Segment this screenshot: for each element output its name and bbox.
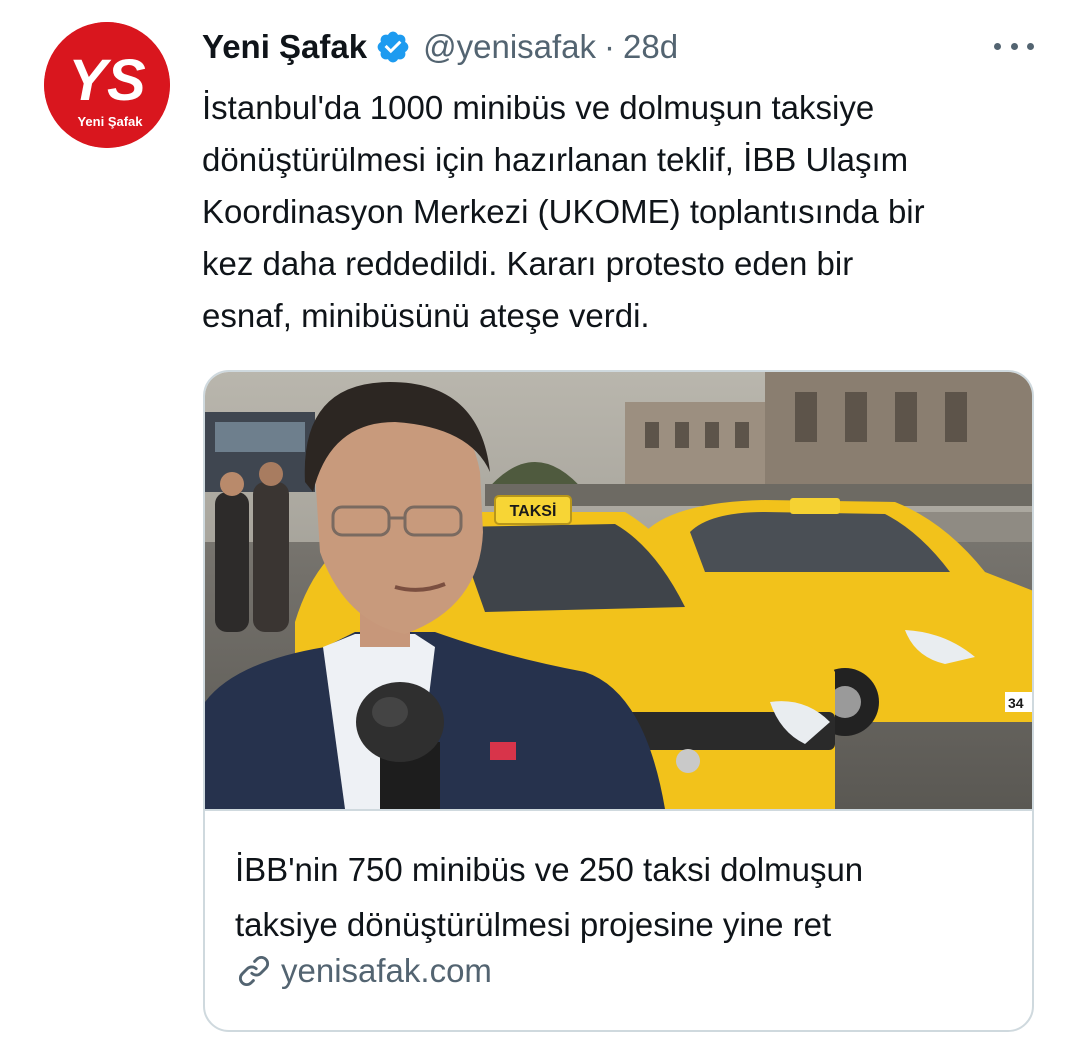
link-icon (239, 956, 269, 986)
card-title-line: İBB'nin 750 minibüs ve 250 taksi dolmuşu… (235, 851, 864, 888)
card-title[interactable]: İBB'nin 750 minibüs ve 250 taksi dolmuşu… (235, 842, 1015, 952)
avatar-logo-caption: Yeni Şafak (77, 114, 143, 129)
license-plate: 34 (1008, 695, 1024, 711)
tweet-text: İstanbul'da 1000 minibüs ve dolmuşun tak… (202, 82, 1052, 342)
header-separator: · (604, 28, 616, 65)
author-avatar[interactable]: YS Yeni Şafak (44, 22, 170, 148)
tweet-text-line: kez daha reddedildi. Kararı protesto ede… (202, 245, 854, 282)
avatar-logo-letters: YS (68, 48, 146, 113)
tweet-header: Yeni Şafak @yenisafak · 28d (202, 24, 678, 70)
author-name[interactable]: Yeni Şafak (202, 28, 367, 66)
tweet-text-line: dönüştürülmesi için hazırlanan teklif, İ… (202, 141, 909, 178)
author-handle[interactable]: @yenisafak (423, 28, 596, 66)
taxi-sign: TAKSİ (510, 502, 557, 520)
more-horizontal-icon[interactable] (994, 34, 1034, 58)
card-domain-text: yenisafak.com (281, 952, 492, 989)
tweet-text-line: esnaf, minibüsünü ateşe verdi. (202, 297, 650, 334)
card-image[interactable]: 34 TAKSİ (205, 372, 1032, 811)
link-preview-card[interactable]: 34 TAKSİ İBB'nin 750 minibüs ve 250 taks… (203, 370, 1034, 1032)
tweet-timestamp[interactable]: 28d (623, 28, 678, 66)
card-domain[interactable]: yenisafak.com (235, 952, 492, 990)
tweet-text-line: İstanbul'da 1000 minibüs ve dolmuşun tak… (202, 89, 875, 126)
verified-badge-icon (377, 31, 409, 63)
tweet-text-line: Koordinasyon Merkezi (UKOME) toplantısın… (202, 193, 925, 230)
card-title-line: taksiye dönüştürülmesi projesine yine re… (235, 906, 832, 943)
